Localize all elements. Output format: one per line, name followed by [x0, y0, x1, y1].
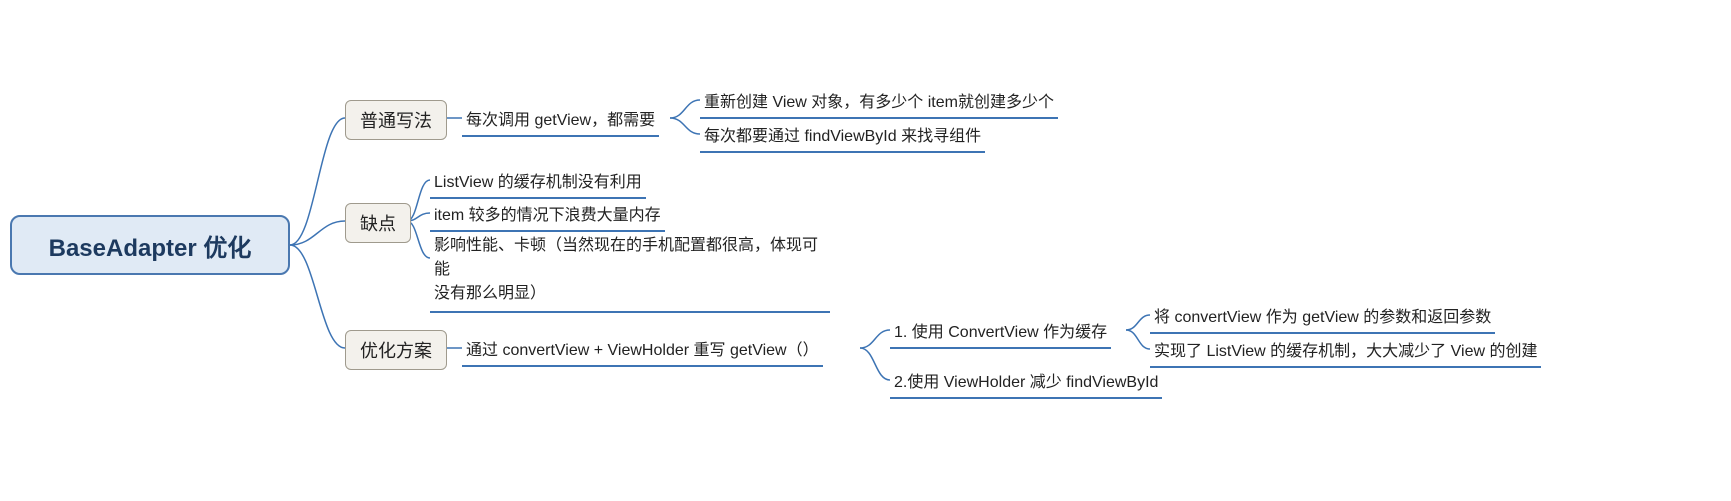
- mindmap-canvas: BaseAdapter 优化 普通写法 每次调用 getView，都需要 重新创…: [0, 0, 1731, 501]
- plan-intro-text: 通过 convertView + ViewHolder 重写 getView（）: [466, 342, 819, 359]
- cons-c3-line2: 没有那么明显）: [434, 285, 546, 302]
- cons-c1[interactable]: ListView 的缓存机制没有利用: [430, 165, 646, 199]
- normal-sub1-text: 重新创建 View 对象，有多少个 item就创建多少个: [704, 94, 1054, 111]
- root-label: BaseAdapter 优化: [49, 228, 252, 263]
- plan-intro[interactable]: 通过 convertView + ViewHolder 重写 getView（）: [462, 333, 823, 367]
- plan-s2-text: 2.使用 ViewHolder 减少 findViewById: [894, 374, 1158, 391]
- normal-sub1[interactable]: 重新创建 View 对象，有多少个 item就创建多少个: [700, 85, 1058, 119]
- plan-s1b[interactable]: 实现了 ListView 的缓存机制，大大减少了 View 的创建: [1150, 334, 1541, 368]
- cons-c1-text: ListView 的缓存机制没有利用: [434, 174, 642, 191]
- plan-s1b-text: 实现了 ListView 的缓存机制，大大减少了 View 的创建: [1154, 343, 1537, 360]
- cons-c2[interactable]: item 较多的情况下浪费大量内存: [430, 198, 665, 232]
- plan-s1[interactable]: 1. 使用 ConvertView 作为缓存: [890, 315, 1111, 349]
- branch-cons-label: 缺点: [360, 214, 396, 234]
- cons-c3[interactable]: 影响性能、卡顿（当然现在的手机配置都很高，体现可能 没有那么明显）: [430, 231, 830, 313]
- branch-cons[interactable]: 缺点: [345, 203, 411, 243]
- normal-sub2[interactable]: 每次都要通过 findViewById 来找寻组件: [700, 119, 985, 153]
- normal-intro-text: 每次调用 getView，都需要: [466, 112, 655, 129]
- normal-intro[interactable]: 每次调用 getView，都需要: [462, 103, 659, 137]
- plan-s1-text: 1. 使用 ConvertView 作为缓存: [894, 324, 1107, 341]
- branch-plan[interactable]: 优化方案: [345, 330, 447, 370]
- plan-s1a-text: 将 convertView 作为 getView 的参数和返回参数: [1154, 309, 1491, 326]
- normal-sub2-text: 每次都要通过 findViewById 来找寻组件: [704, 128, 981, 145]
- cons-c3-line1: 影响性能、卡顿（当然现在的手机配置都很高，体现可能: [434, 237, 818, 278]
- branch-normal[interactable]: 普通写法: [345, 100, 447, 140]
- plan-s2[interactable]: 2.使用 ViewHolder 减少 findViewById: [890, 365, 1162, 399]
- branch-plan-label: 优化方案: [360, 341, 432, 361]
- cons-c2-text: item 较多的情况下浪费大量内存: [434, 207, 661, 224]
- branch-normal-label: 普通写法: [360, 111, 432, 131]
- root-node[interactable]: BaseAdapter 优化: [10, 215, 290, 275]
- plan-s1a[interactable]: 将 convertView 作为 getView 的参数和返回参数: [1150, 300, 1495, 334]
